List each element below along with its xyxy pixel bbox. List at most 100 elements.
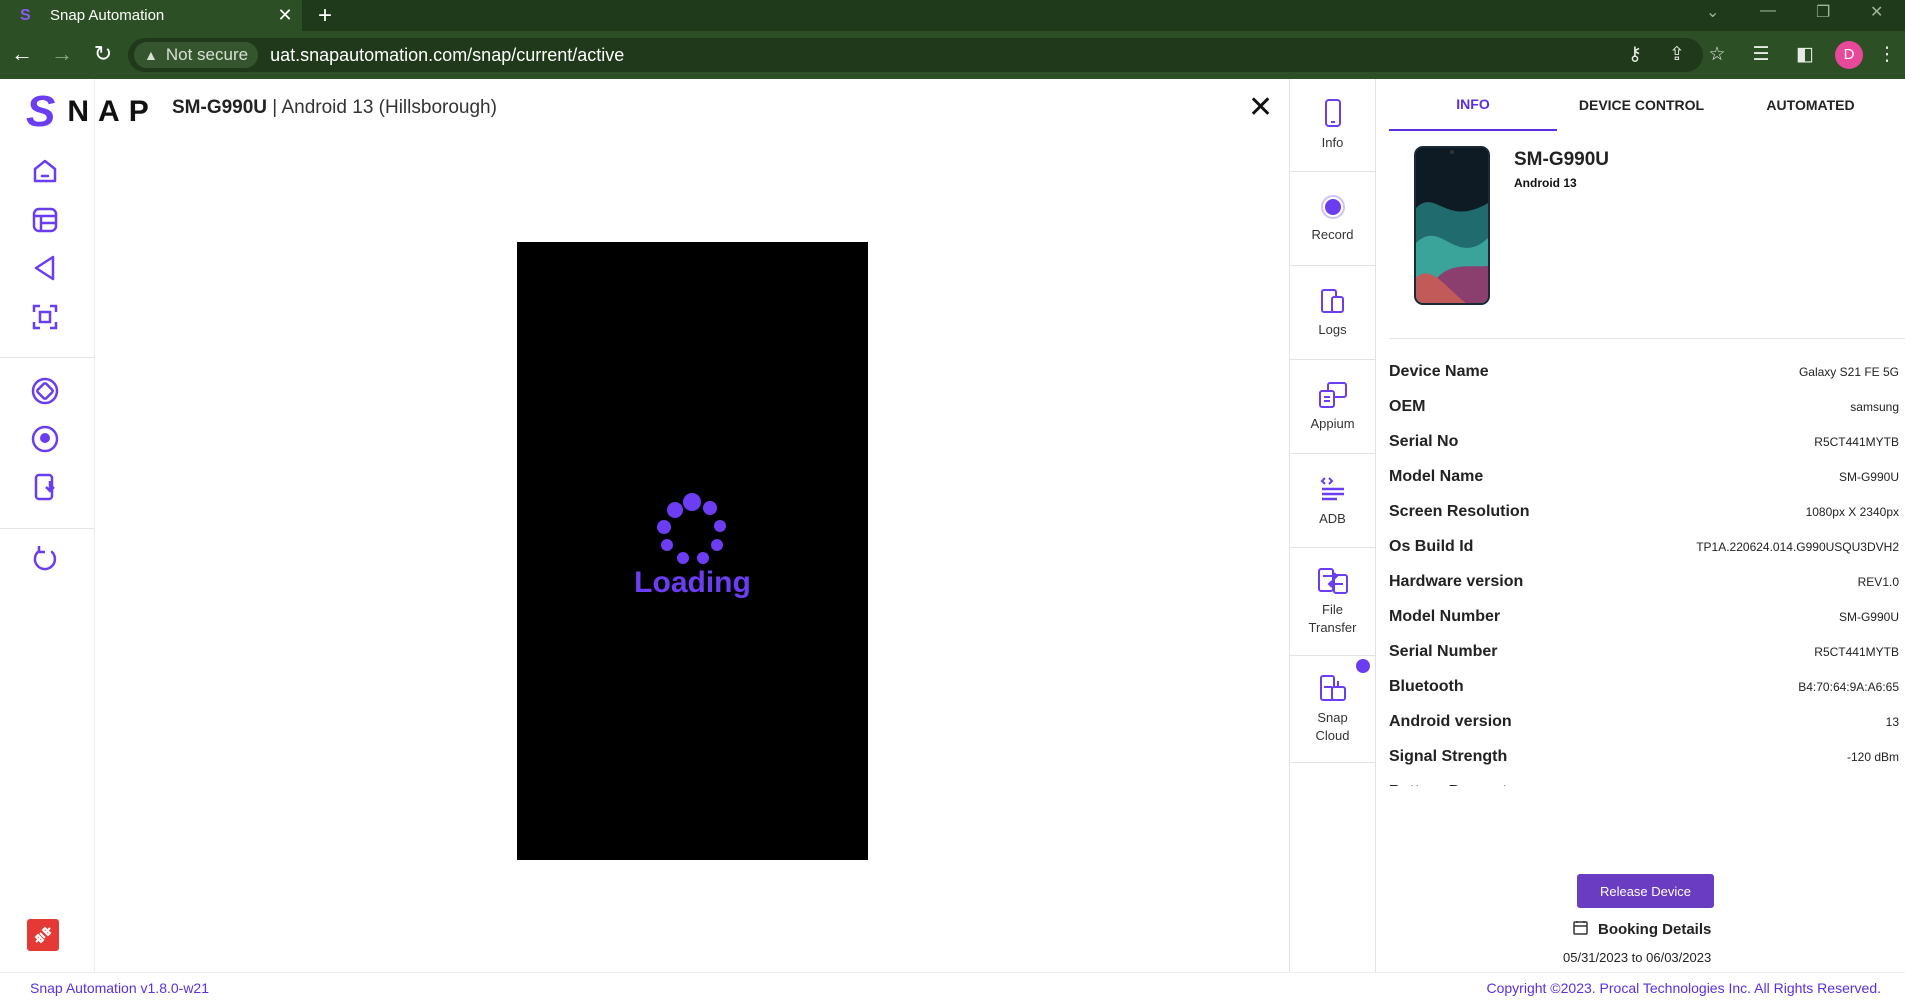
warning-icon: ▲ [144,47,158,63]
property-row: Battery Percentage 100% Charged [1389,774,1905,787]
property-row: Bluetooth B4:70:64:9A:A6:65 [1389,669,1905,704]
browser-toolbar: ← → ↻ ▲ Not secure uat.snapautomation.co… [0,31,1905,79]
table-icon[interactable] [26,201,64,239]
loading-spinner-icon [657,493,726,564]
property-value: R5CT441MYTB [1814,434,1899,449]
property-key: Android version [1389,712,1512,730]
device-os: Android 13 [1514,176,1577,190]
device-screen[interactable]: Loading [517,242,868,860]
tool-file-transfer-label-line1: File [1322,601,1343,617]
tab-device-control[interactable]: DEVICE CONTROL [1557,79,1726,131]
forward-icon[interactable]: → [48,41,76,67]
home-icon[interactable] [26,152,64,190]
property-row: Serial No R5CT441MYTB [1389,424,1905,459]
property-value: SM-G990U [1838,609,1899,624]
notification-bell-icon[interactable] [1356,659,1370,673]
back-triangle-icon[interactable] [26,249,64,287]
file-transfer-icon [1317,567,1348,594]
tool-info-label: Info [1321,135,1344,150]
tool-adb-label: ADB [1319,510,1346,526]
appium-icon [1318,381,1347,408]
reload-icon[interactable]: ↻ [89,41,117,67]
panel-divider [1389,338,1905,339]
more-menu-icon[interactable]: ⋮ [1874,43,1900,66]
rotate-device-icon[interactable] [26,372,64,410]
property-row: Signal Strength -120 dBm [1389,739,1905,774]
security-chip[interactable]: ▲ Not secure [134,42,259,68]
footer: Snap Automation v1.8.0-w21 Copyright ©20… [0,972,1905,1002]
property-key: Signal Strength [1389,747,1508,765]
tool-file-transfer[interactable]: File Transfer [1290,548,1375,656]
device-title: SM-G990U [1514,149,1610,170]
side-panel-icon[interactable]: ◧ [1792,43,1818,66]
booking-label: Booking Details [1598,921,1712,938]
tab-info[interactable]: INFO [1389,79,1557,131]
release-device-button[interactable]: Release Device [1577,874,1714,908]
copyright: Copyright ©2023. Procal Technologies Inc… [1486,980,1882,996]
browser-tab-bar: S Snap Automation ✕ + ⌄ — ❐ ✕ [0,0,1905,31]
restore-window-icon[interactable]: ❐ [1816,2,1830,22]
close-window-icon[interactable]: ✕ [1870,2,1883,22]
key-icon[interactable]: ⚷ [1622,43,1648,66]
property-row: Hardware version REV1.0 [1389,564,1905,599]
sidebar-divider [0,357,95,358]
plug-icon[interactable] [27,919,59,951]
property-value: -120 dBm [1846,749,1899,764]
tool-record[interactable]: Record [1290,172,1375,266]
browser-tab[interactable]: S Snap Automation ✕ [0,0,302,31]
tool-info[interactable]: Info [1290,79,1375,172]
property-value: TP1A.220624.014.G990USQU3DVH2 [1696,539,1899,554]
header-separator: | [267,97,282,118]
refresh-icon[interactable] [26,539,64,577]
tool-appium[interactable]: Appium [1290,360,1375,454]
header-model: SM-G990U [172,97,268,118]
new-tab-icon[interactable]: + [318,2,332,30]
profile-avatar[interactable]: D [1835,41,1863,69]
back-icon[interactable]: ← [8,41,36,67]
tool-appium-label: Appium [1310,415,1355,431]
snap-favicon-icon: S [20,6,31,24]
property-row: Os Build Id TP1A.220624.014.G990USQU3DVH2 [1389,529,1905,564]
tool-adb[interactable]: ADB [1290,454,1375,548]
url-text[interactable]: uat.snapautomation.com/snap/current/acti… [270,45,624,66]
tools-column: Info Record Logs Appium ADB File Transfer… [1289,79,1376,972]
screenshot-frame-icon[interactable] [26,298,64,336]
loading-text: Loading [634,566,751,599]
property-value: 1080px X 2340px [1805,504,1899,519]
property-row: Model Number SM-G990U [1389,599,1905,634]
property-key: Bluetooth [1389,677,1464,695]
install-app-icon[interactable] [26,468,64,506]
close-session-icon[interactable]: ✕ [1248,90,1273,125]
reading-list-icon[interactable]: ☰ [1748,43,1774,66]
tab-automated[interactable]: AUTOMATED [1726,79,1895,131]
tool-snap-cloud-label-line1: Snap [1317,710,1348,725]
calendar-icon [1573,920,1588,939]
tool-file-transfer-label: File Transfer [1309,601,1357,637]
device-info-panel: INFO DEVICE CONTROL AUTOMATED SM-G990U A… [1389,79,1905,972]
panel-tabs: INFO DEVICE CONTROL AUTOMATED [1389,79,1905,131]
property-value: 13 [1885,714,1899,729]
location-pin-icon[interactable] [26,420,64,458]
device-header: SM-G990U | Android 13 (Hillsborough) [172,97,497,119]
device-wallpaper [1416,148,1488,303]
snap-logo-text: NAP [67,95,158,128]
minimize-window-icon[interactable]: — [1760,2,1776,20]
property-value: B4:70:64:9A:A6:65 [1798,679,1899,694]
tool-snap-cloud-label: Snap Cloud [1316,709,1350,745]
address-bar[interactable]: ▲ Not secure uat.snapautomation.com/snap… [128,38,1703,72]
browser-tab-title: Snap Automation [50,7,165,24]
property-value: Galaxy S21 FE 5G [1798,364,1899,379]
app-version: Snap Automation v1.8.0-w21 [30,980,210,996]
booking-dates: 05/31/2023 to 06/03/2023 [1563,950,1712,965]
tool-logs[interactable]: Logs [1290,266,1375,360]
snap-cloud-icon [1319,675,1346,701]
bookmark-star-icon[interactable]: ☆ [1704,43,1730,66]
tool-logs-label: Logs [1318,321,1347,337]
share-icon[interactable]: ⇪ [1664,43,1690,66]
close-tab-icon[interactable]: ✕ [268,5,302,26]
property-value: samsung [1850,399,1899,414]
property-value: 100% Charged [1819,785,1899,787]
tab-search-icon[interactable]: ⌄ [1706,2,1719,22]
snap-logo: S NAP [26,90,158,134]
property-key: Battery Percentage [1389,783,1535,787]
